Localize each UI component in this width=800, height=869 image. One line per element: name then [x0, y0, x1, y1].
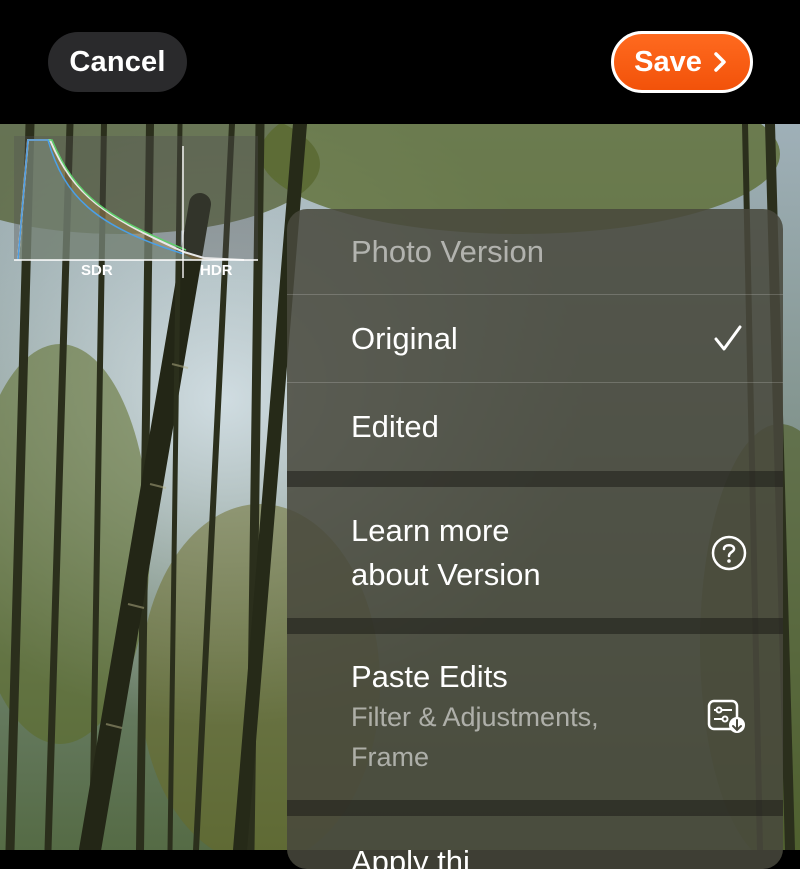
menu-item-apply-label: Apply thi [351, 844, 470, 869]
photo-version-menu: Photo Version Original Edited Learn more… [287, 209, 783, 869]
menu-item-original-label: Original [351, 320, 458, 356]
menu-item-learn-more[interactable]: Learn more about Version [287, 487, 783, 618]
histogram-hdr-label: HDR [200, 262, 233, 279]
paste-edits-subtitle: Filter & Adjustments, Frame [351, 697, 671, 777]
menu-item-edited[interactable]: Edited [287, 383, 783, 471]
checkmark-icon [714, 325, 742, 350]
save-label: Save [634, 45, 702, 78]
menu-separator [287, 800, 783, 816]
histogram-sdr-label: SDR [81, 262, 113, 279]
learn-more-line2: about Version [351, 556, 541, 592]
menu-separator [287, 471, 783, 487]
cancel-label: Cancel [69, 45, 166, 78]
paste-edits-subtitle-line1: Filter & Adjustments, [351, 702, 599, 732]
paste-edits-subtitle-line2: Frame [351, 742, 430, 772]
chevron-right-icon [714, 52, 726, 72]
menu-item-original[interactable]: Original [287, 295, 783, 383]
learn-more-line1: Learn more [351, 512, 510, 548]
menu-separator [287, 618, 783, 634]
menu-header: Photo Version [287, 209, 783, 295]
menu-item-paste-edits[interactable]: Paste Edits Filter & Adjustments, Frame [287, 634, 783, 800]
menu-item-learn-more-label: Learn more about Version [351, 509, 651, 597]
paste-edits-title: Paste Edits [351, 659, 508, 694]
menu-item-apply[interactable]: Apply thi [287, 816, 783, 869]
top-toolbar: Cancel Save [0, 0, 800, 124]
paste-edits-icon [707, 699, 745, 733]
save-button[interactable]: Save [611, 31, 753, 93]
menu-item-edited-label: Edited [351, 409, 439, 444]
cancel-button[interactable]: Cancel [48, 32, 187, 92]
help-circle-icon [711, 535, 747, 570]
